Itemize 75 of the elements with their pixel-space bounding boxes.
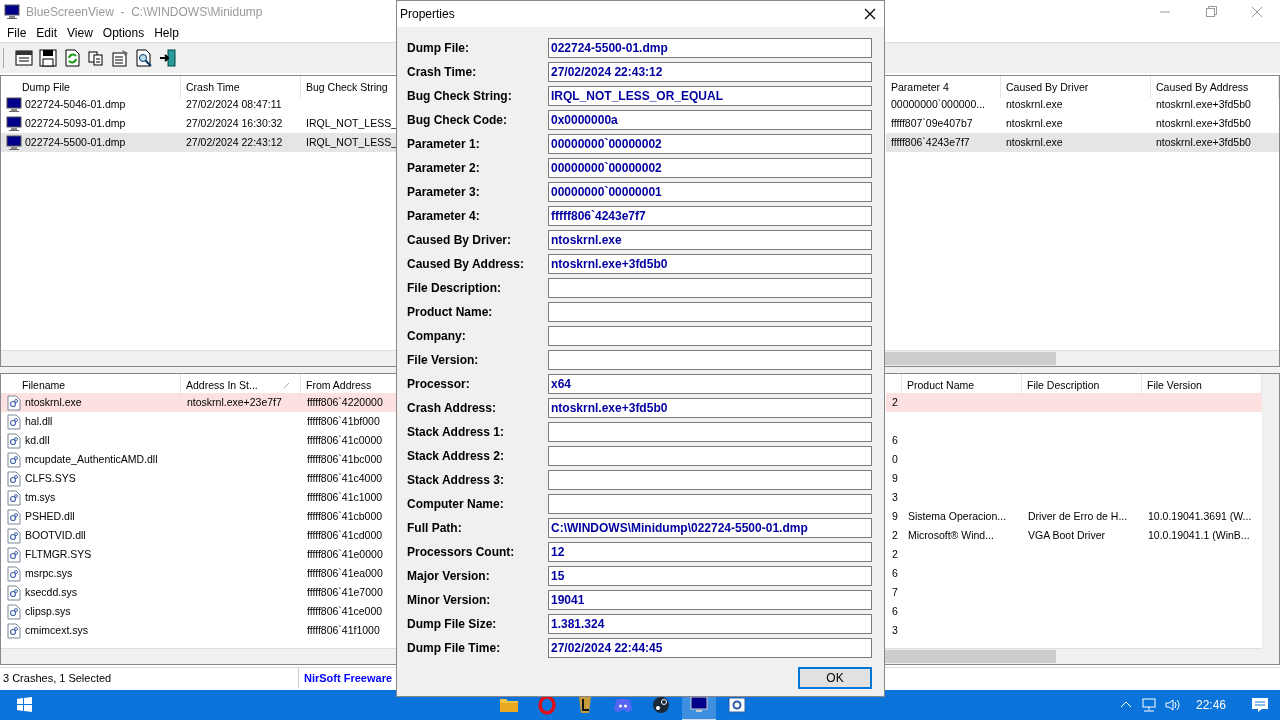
table-cell-text: 6 — [891, 604, 899, 619]
field-label: Caused By Driver: — [407, 232, 513, 249]
table-cell-text: fffff806`41ea000 — [306, 566, 384, 581]
table-cell-text: 9 — [891, 509, 899, 524]
table-cell: 2 — [886, 393, 902, 412]
field-label: Dump File Time: — [407, 640, 502, 657]
field-label: Dump File: — [407, 40, 470, 57]
field-label: Stack Address 2: — [407, 448, 505, 465]
table-cell-text: Sistema Operacion... — [907, 509, 1008, 524]
table-cell-text: fffff806`41cd000 — [306, 528, 384, 543]
table-cell-text: fffff806`41ce000 — [306, 604, 384, 619]
dialog-title: Properties — [400, 7, 456, 21]
field-label: Dump File Size: — [407, 616, 498, 633]
table-cell-text: fffff806`41c4000 — [306, 471, 384, 486]
field-label: Parameter 1: — [407, 136, 481, 153]
table-cell-text: fffff806`41bf000 — [306, 414, 381, 429]
table-cell-text: 2 — [891, 528, 899, 543]
table-cell-text: fffff806`41e7000 — [306, 585, 384, 600]
table-cell-text: ntoskrnl.exe+3fd5b0 — [1155, 97, 1252, 112]
field-label: Bug Check Code: — [407, 112, 508, 129]
table-cell: ntoskrnl.exe — [1001, 133, 1151, 152]
status-text: 3 Crashes, 1 Selected — [0, 668, 299, 688]
table-cell-text: ntoskrnl.exe+3fd5b0 — [1155, 116, 1252, 131]
table-cell-text: Driver de Erro de H... — [1027, 509, 1129, 524]
field-label: Crash Time: — [407, 64, 478, 81]
table-cell: ntoskrnl.exe+3fd5b0 — [1151, 133, 1279, 152]
table-cell-text: fffff806`41e0000 — [306, 547, 384, 562]
table-cell-text: 7 — [891, 585, 899, 600]
table-cell-text: fffff806`41f1000 — [306, 623, 381, 638]
field-label: Caused By Address: — [407, 256, 525, 273]
table-cell-text: 0 — [891, 452, 899, 467]
field-label: File Version: — [407, 352, 480, 369]
table-cell: 27/02/2024 22:43:12 — [181, 133, 301, 152]
table-cell-text: 6 — [891, 566, 899, 581]
window-title: BlueScreenView - C:\WINDOWS\Minidump — [26, 5, 263, 19]
field-label: Parameter 3: — [407, 184, 481, 201]
table-cell-text: fffff806`41c0000 — [306, 433, 384, 448]
table-cell-text: fffff806`41cb000 — [306, 509, 384, 524]
table-cell-text: ntoskrnl.exe — [1005, 116, 1064, 131]
field-label: Computer Name: — [407, 496, 505, 513]
table-cell-text: VGA Boot Driver — [1027, 528, 1107, 543]
field-label: Full Path: — [407, 520, 463, 537]
table-cell: fffff806`4243e7f7 — [886, 133, 1001, 152]
field-label: Stack Address 1: — [407, 424, 505, 441]
table-cell-text: fffff807`09e407b7 — [890, 116, 974, 131]
field-label: Company: — [407, 328, 467, 345]
table-cell: ntoskrnl.exe+23e7f7 — [181, 393, 301, 412]
field-label: Major Version: — [407, 568, 491, 585]
field-label: Product Name: — [407, 304, 494, 321]
table-cell-text: fffff806`41c1000 — [306, 490, 384, 505]
field-label: Bug Check String: — [407, 88, 513, 105]
table-cell-text: 9 — [891, 471, 899, 486]
table-cell-text: 3 — [891, 623, 899, 638]
table-cell-text: 2 — [891, 547, 899, 562]
table-cell-text: fffff806`41bc000 — [306, 452, 384, 467]
field-label: Minor Version: — [407, 592, 492, 609]
field-label: Processors Count: — [407, 544, 516, 561]
table-cell: IRQL_NOT_LESS_ — [301, 133, 397, 152]
table-cell: fffff806`4220000 — [301, 393, 397, 412]
table-cell-text: IRQL_NOT_LESS_ — [305, 116, 397, 131]
table-cell-text: Microsoft® Wind... — [907, 528, 995, 543]
field-label: File Description: — [407, 280, 502, 297]
table-cell-text: ntoskrnl.exe — [1005, 97, 1064, 112]
table-cell-text: 3 — [891, 490, 899, 505]
field-label: Parameter 4: — [407, 208, 481, 225]
field-label: Crash Address: — [407, 400, 497, 417]
field-label: Processor: — [407, 376, 471, 393]
table-cell-text: 6 — [891, 433, 899, 448]
table-cell-text: 27/02/2024 16:30:32 — [185, 116, 284, 131]
table-cell-text: 00000000`000000... — [890, 97, 986, 112]
field-label: Parameter 2: — [407, 160, 481, 177]
table-cell-text: 10.0.19041.3691 (W... — [1147, 509, 1253, 524]
table-cell-text: 27/02/2024 08:47:11 — [185, 97, 283, 112]
table-cell-text: 10.0.19041.1 (WinB... — [1147, 528, 1251, 543]
field-label: Stack Address 3: — [407, 472, 505, 489]
